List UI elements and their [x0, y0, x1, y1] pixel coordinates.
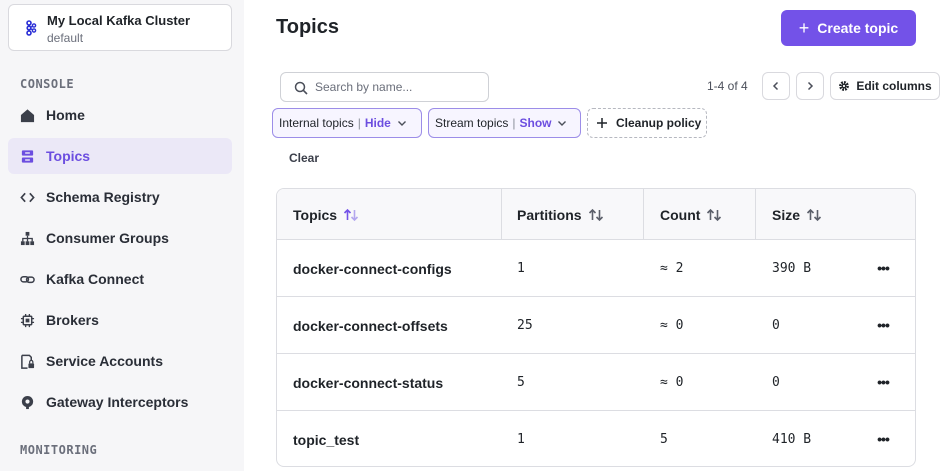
filter-value: Show	[519, 116, 552, 130]
table-row[interactable]: docker-connect-status 5 ≈ 0 0 •••	[277, 354, 915, 411]
gear-icon	[839, 81, 850, 91]
table-header: Topics Partitions Count Size	[277, 189, 915, 240]
home-icon	[20, 109, 35, 123]
filter-label: Internal topics	[279, 116, 354, 130]
kafka-icon	[26, 20, 37, 36]
sidebar-item-label: Consumer Groups	[46, 230, 169, 246]
count-value: ≈ 2	[660, 261, 684, 276]
row-actions-menu-icon[interactable]: •••	[873, 317, 893, 333]
search-box	[280, 72, 489, 102]
column-header-label: Count	[660, 206, 701, 223]
column-header-label: Partitions	[517, 206, 582, 223]
column-header-size[interactable]: Size	[756, 189, 822, 240]
chevron-left-icon	[772, 81, 779, 91]
next-page-button[interactable]	[796, 72, 824, 100]
clear-filters-button[interactable]: Clear	[289, 151, 319, 165]
sidebar-item-label: Schema Registry	[46, 189, 160, 205]
create-topic-label: Create topic	[817, 20, 899, 36]
monitoring-section-title: MONITORING	[20, 443, 98, 457]
sidebar-item-label: Brokers	[46, 312, 99, 328]
sidebar-item-label: Kafka Connect	[46, 271, 145, 287]
account-lock-icon	[21, 354, 35, 369]
edit-columns-button[interactable]: Edit columns	[830, 72, 940, 100]
sidebar-item-schema-registry[interactable]: Schema Registry	[8, 179, 232, 215]
previous-page-button[interactable]	[762, 72, 790, 100]
filter-label: Stream topics	[435, 116, 509, 130]
link-icon	[20, 275, 35, 284]
console-section-title: CONSOLE	[20, 77, 75, 91]
cluster-name: My Local Kafka Cluster	[47, 13, 191, 28]
plus-icon	[597, 118, 607, 128]
gateway-icon	[21, 395, 34, 410]
sidebar-item-home[interactable]: Home	[8, 97, 232, 133]
stream-topics-filter[interactable]: Stream topics | Show	[428, 108, 581, 138]
sidebar-item-kafka-connect[interactable]: Kafka Connect	[8, 261, 232, 297]
sidebar: My Local Kafka Cluster default CONSOLE H…	[0, 0, 244, 471]
row-actions-menu-icon[interactable]: •••	[873, 260, 893, 276]
topic-name[interactable]: docker-connect-configs	[293, 240, 452, 297]
size-value: 410 B	[772, 432, 812, 447]
internal-topics-filter[interactable]: Internal topics | Hide	[272, 108, 422, 138]
cluster-environment: default	[47, 31, 84, 45]
chevron-down-icon	[558, 121, 567, 126]
size-value: 390 B	[772, 261, 812, 276]
partitions-value: 1	[517, 261, 525, 276]
topics-icon	[21, 150, 34, 163]
table-row[interactable]: docker-connect-offsets 25 ≈ 0 0 •••	[277, 297, 915, 354]
sidebar-item-gateway-interceptors[interactable]: Gateway Interceptors	[8, 384, 232, 420]
cleanup-policy-label: Cleanup policy	[616, 116, 702, 130]
create-topic-button[interactable]: + Create topic	[781, 10, 916, 46]
sidebar-item-label: Topics	[46, 148, 91, 164]
topic-name[interactable]: topic_test	[293, 411, 359, 466]
sidebar-item-label: Home	[46, 107, 85, 123]
page-title: Topics	[276, 16, 339, 38]
topic-name[interactable]: docker-connect-status	[293, 354, 443, 411]
sort-icon	[588, 208, 603, 221]
search-icon	[294, 81, 308, 95]
column-header-label: Topics	[293, 206, 338, 223]
count-value: ≈ 0	[660, 318, 684, 333]
partitions-value: 5	[517, 375, 525, 390]
filter-separator: |	[512, 116, 516, 130]
sidebar-item-brokers[interactable]: Brokers	[8, 302, 232, 338]
column-header-label: Size	[772, 206, 801, 223]
hierarchy-icon	[20, 231, 35, 246]
sort-icon	[707, 208, 722, 221]
edit-columns-label: Edit columns	[856, 79, 932, 93]
sort-ascending-icon	[344, 208, 359, 221]
size-value: 0	[772, 375, 780, 390]
size-value: 0	[772, 318, 780, 333]
table-row[interactable]: docker-connect-configs 1 ≈ 2 390 B •••	[277, 240, 915, 297]
filter-separator: |	[357, 116, 361, 130]
table-row[interactable]: topic_test 1 5 410 B •••	[277, 411, 915, 466]
pagination-range: 1-4 of 4	[707, 79, 748, 93]
sidebar-item-service-accounts[interactable]: Service Accounts	[8, 343, 232, 379]
search-input[interactable]	[315, 77, 483, 97]
sidebar-item-label: Service Accounts	[46, 353, 163, 369]
sidebar-item-topics[interactable]: Topics	[8, 138, 232, 174]
column-header-partitions[interactable]: Partitions	[501, 189, 604, 240]
sidebar-item-label: Gateway Interceptors	[46, 394, 189, 410]
plus-icon: +	[798, 18, 810, 38]
row-actions-menu-icon[interactable]: •••	[873, 374, 893, 390]
partitions-value: 25	[517, 318, 533, 333]
partitions-value: 1	[517, 432, 525, 447]
count-value: ≈ 0	[660, 375, 684, 390]
sort-icon	[806, 208, 822, 221]
topics-table: Topics Partitions Count Size docker-conn…	[276, 188, 916, 467]
filter-value: Hide	[364, 116, 391, 130]
code-icon	[20, 192, 35, 203]
count-value: 5	[660, 432, 668, 447]
cleanup-policy-filter[interactable]: Cleanup policy	[587, 108, 707, 138]
column-header-count[interactable]: Count	[644, 189, 722, 240]
row-actions-menu-icon[interactable]: •••	[873, 431, 893, 447]
chip-icon	[20, 313, 35, 328]
topic-name[interactable]: docker-connect-offsets	[293, 297, 448, 354]
sidebar-item-consumer-groups[interactable]: Consumer Groups	[8, 220, 232, 256]
chevron-down-icon	[397, 121, 406, 126]
cluster-selector[interactable]: My Local Kafka Cluster default	[8, 4, 232, 51]
column-header-topics[interactable]: Topics	[277, 189, 359, 240]
chevron-right-icon	[807, 81, 814, 91]
